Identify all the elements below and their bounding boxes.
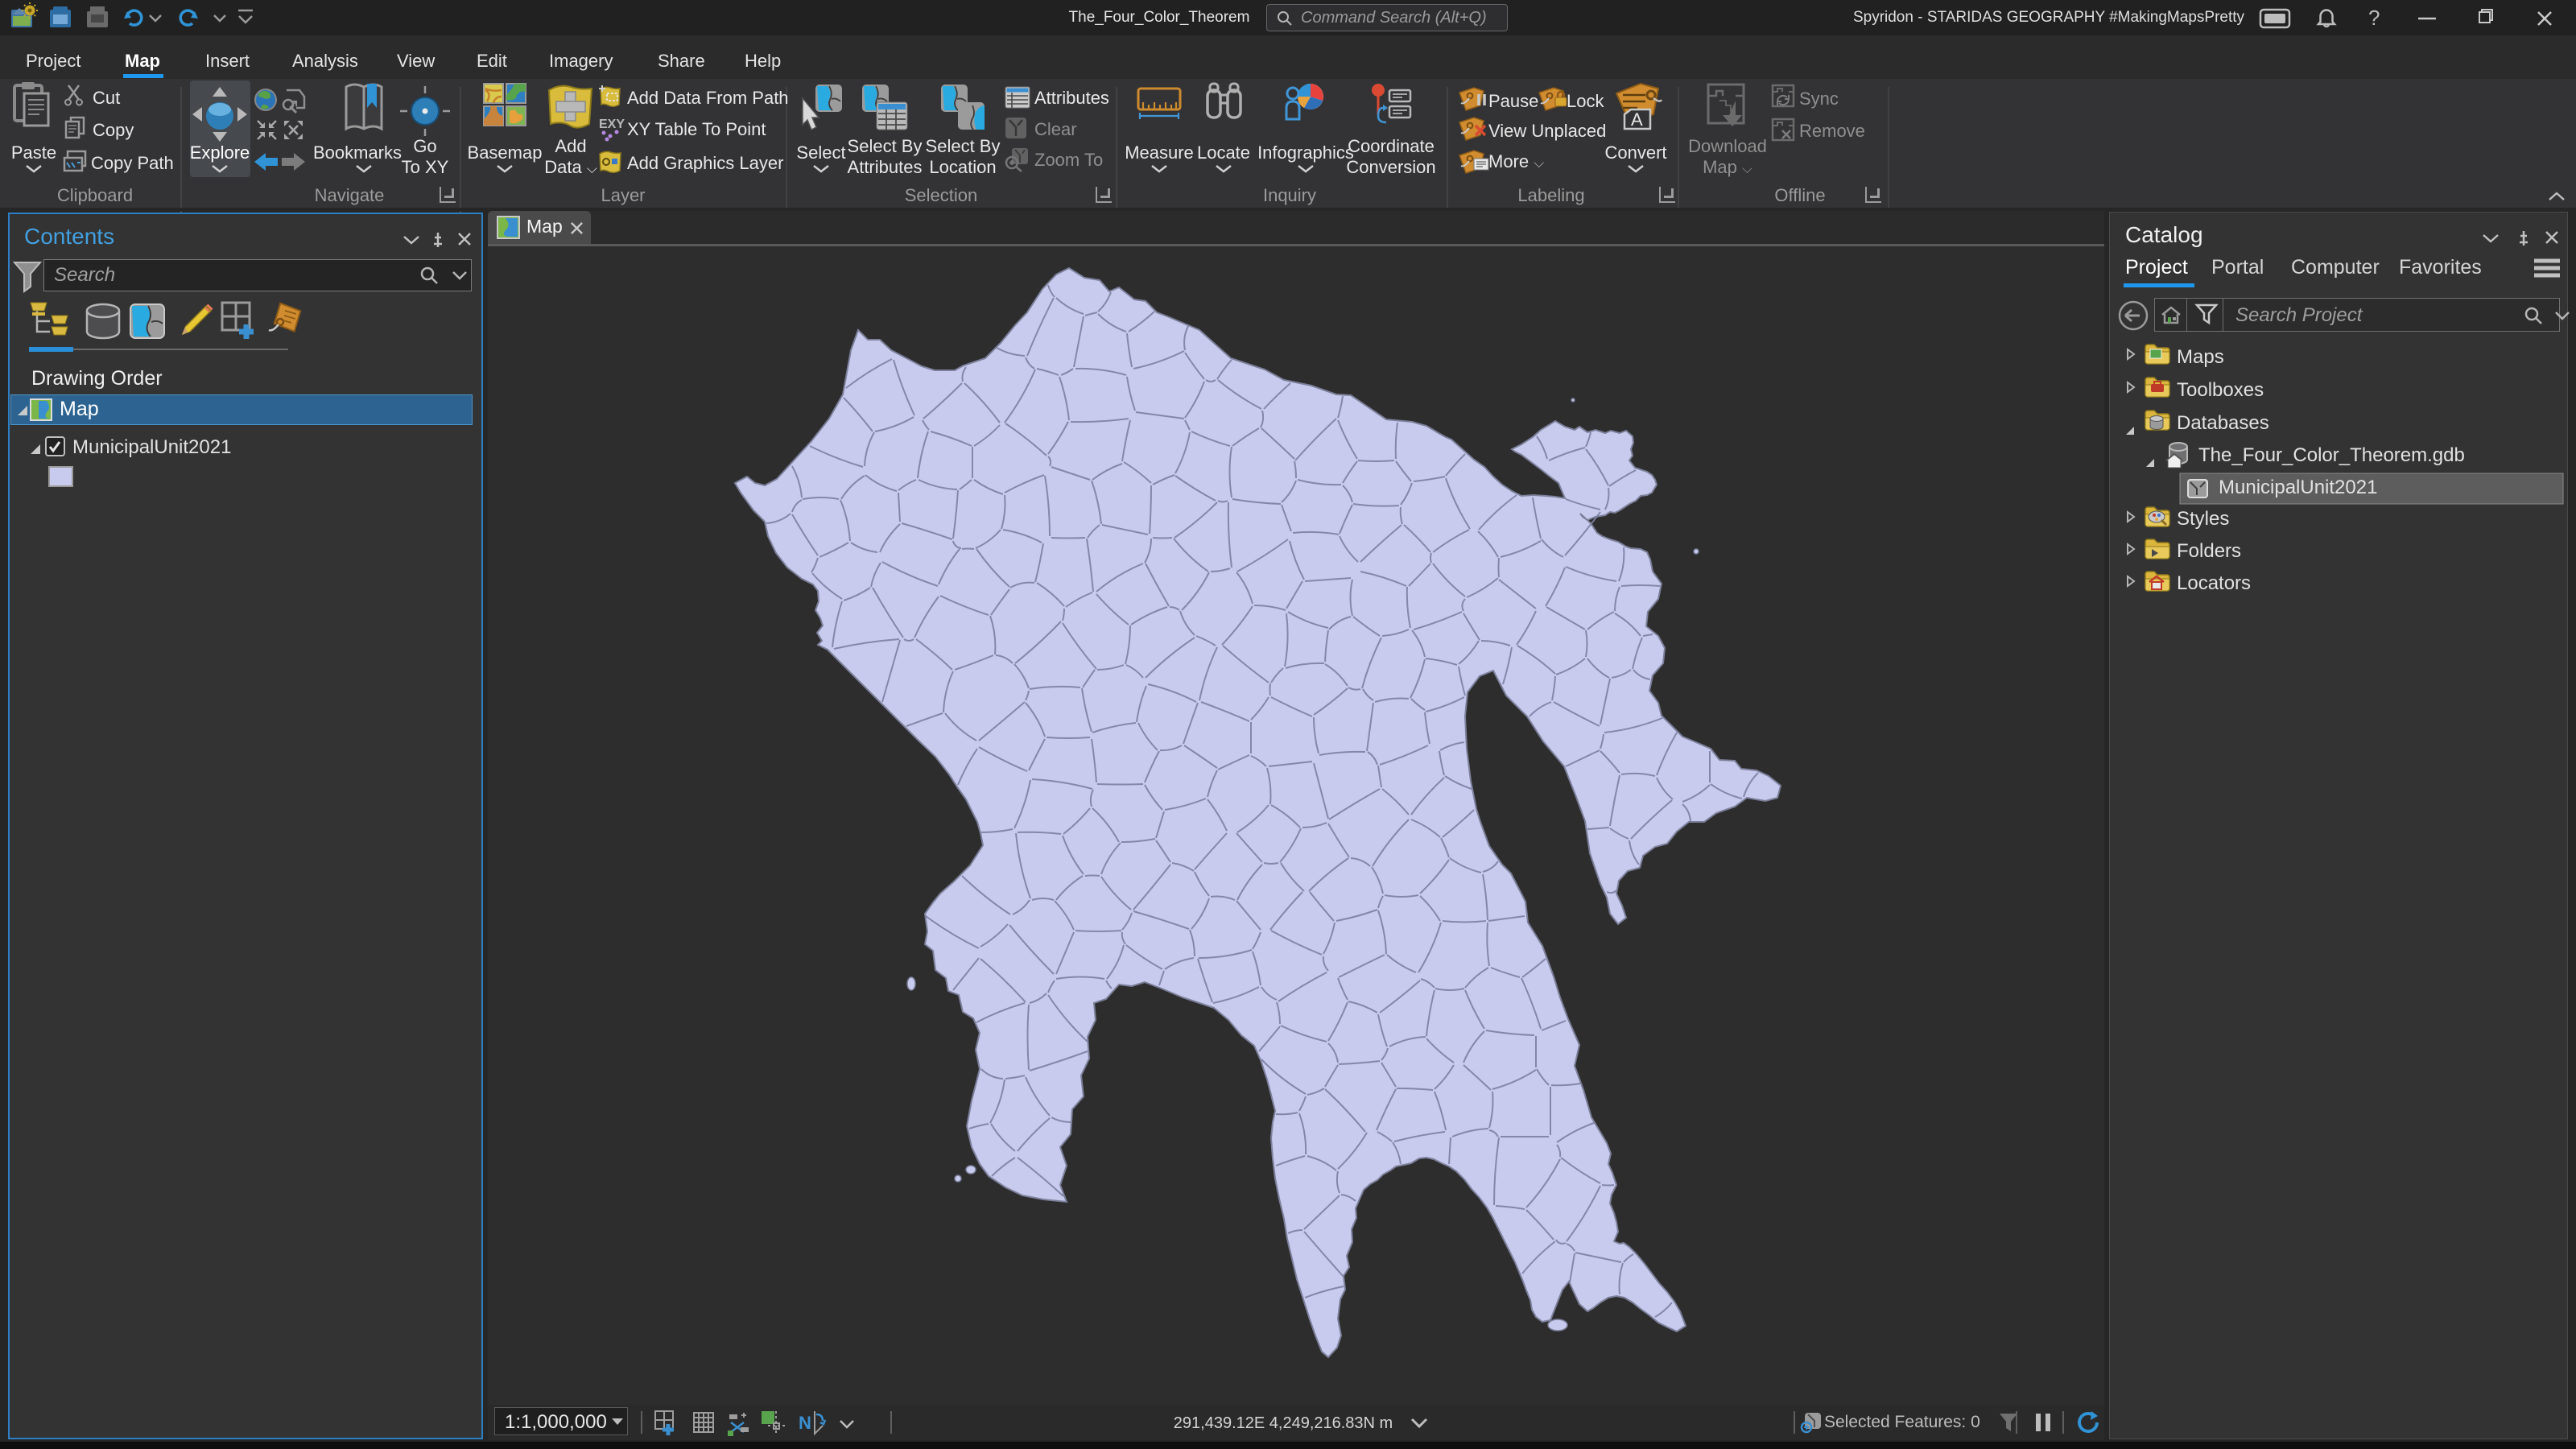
- svg-text:EXY: EXY: [599, 118, 625, 131]
- svg-text:A: A: [1631, 109, 1643, 130]
- svg-text:N: N: [799, 1413, 811, 1433]
- svg-text:?: ?: [2368, 6, 2380, 30]
